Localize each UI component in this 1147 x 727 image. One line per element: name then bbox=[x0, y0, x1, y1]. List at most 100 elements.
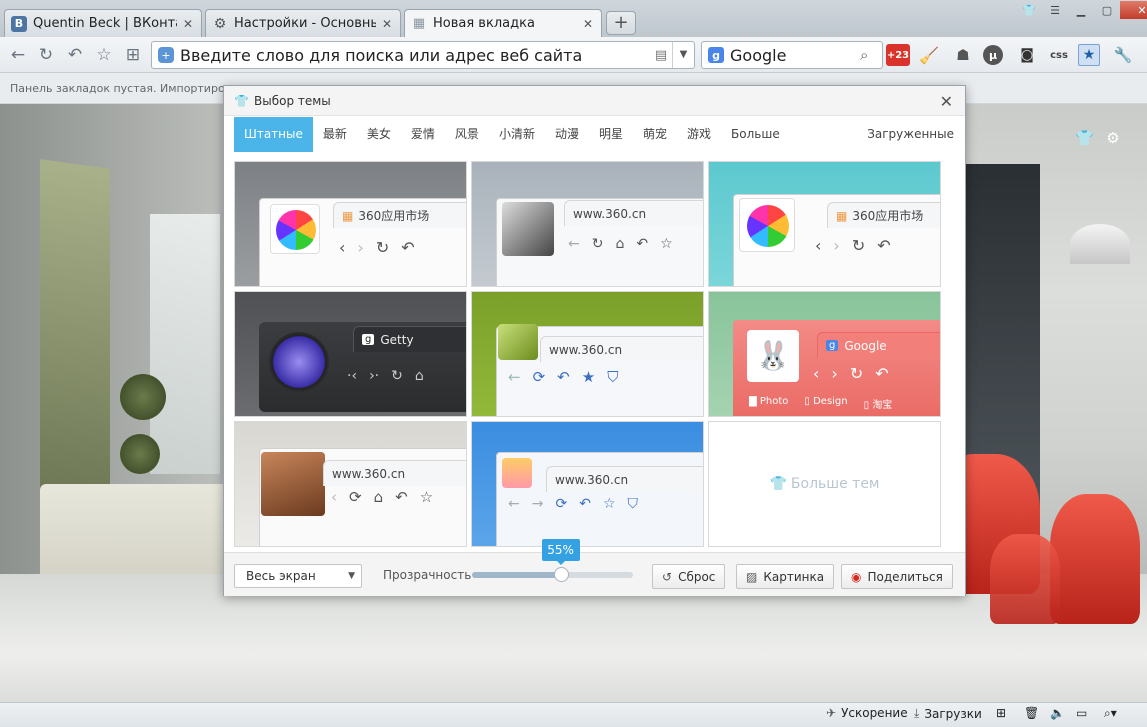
bookmark-star-icon[interactable]: ☆ bbox=[92, 43, 116, 67]
theme-thumbnail[interactable]: www.360.cn ← → ⟳ ↶ ☆ ⛉ bbox=[471, 421, 704, 547]
reload-icon[interactable]: ↻ bbox=[34, 43, 58, 67]
navigation-toolbar: ← ↻ ↶ ☆ ⊞ + Введите слово для поиска или… bbox=[0, 37, 1147, 73]
fit-mode-value: Весь экран bbox=[246, 569, 316, 583]
category-tab[interactable]: 游戏 bbox=[677, 117, 721, 152]
new-tab-grid-icon: ▦ bbox=[412, 16, 426, 31]
address-dropdown-icon[interactable]: ▼ bbox=[672, 42, 694, 68]
sound-icon[interactable]: 🔈 bbox=[1050, 706, 1065, 720]
downloads-button[interactable]: ⤓ Загрузки bbox=[914, 706, 982, 721]
search-engine-label[interactable]: Google bbox=[730, 46, 860, 65]
window-mode-icon[interactable]: ▭ bbox=[1076, 706, 1087, 720]
maximize-icon[interactable]: ▢ bbox=[1094, 1, 1120, 19]
apps-grid-icon[interactable]: ⊞ bbox=[121, 43, 145, 67]
tab-vk[interactable]: В Quentin Beck | ВКонтакте ✕ bbox=[4, 9, 202, 37]
vk-icon: В bbox=[11, 15, 27, 32]
theme-avatar bbox=[270, 204, 320, 254]
dialog-bottom-bar: Весь экран ▼ Прозрачность 55% ↺ Сброс ▨ Ка… bbox=[224, 539, 965, 596]
theme-thumbnail[interactable]: g Getty ·‹ ›· ↻ ⌂ bbox=[234, 291, 467, 417]
skin-shirt-icon[interactable]: 👕 bbox=[1016, 1, 1042, 19]
close-tab-icon[interactable]: ✕ bbox=[380, 17, 394, 31]
category-tab[interactable]: 最新 bbox=[313, 117, 357, 152]
theme-categories: Штатные 最新 美女 爱情 风景 小清新 动漫 明星 萌宠 游戏 Боль… bbox=[234, 117, 954, 152]
page-settings-gear-icon[interactable]: ⚙ bbox=[1104, 129, 1122, 147]
menu-icon[interactable]: ☰ bbox=[1042, 1, 1068, 19]
mail-badge-icon[interactable]: +23 bbox=[886, 44, 910, 66]
mu-extension-icon[interactable]: μ bbox=[983, 45, 1003, 65]
theme-nav-icons: ‹ › ↻ ↶ bbox=[813, 364, 889, 383]
change-skin-icon[interactable]: 👕 bbox=[1075, 129, 1094, 147]
fit-mode-select[interactable]: Весь экран ▼ bbox=[234, 564, 362, 588]
status-bar: ✈ Ускорение ⤓ Загрузки ⊞ 🗑 🔈 ▭ ⌕▾ bbox=[0, 702, 1147, 727]
theme-avatar bbox=[502, 202, 554, 256]
ghost-extension-icon[interactable]: ☗ bbox=[950, 43, 976, 67]
trash-icon[interactable]: 🗑 bbox=[1024, 706, 1039, 720]
theme-thumbnail[interactable]: www.360.cn ← ⟳ ↶ ★ ⛉ bbox=[471, 291, 704, 417]
reader-mode-icon[interactable]: ▤ bbox=[650, 48, 672, 63]
theme-url-tab: g Getty bbox=[353, 326, 466, 352]
theme-url-tab: ▦ 360应用市场 bbox=[827, 202, 940, 228]
search-icon[interactable]: ⌕ bbox=[860, 46, 882, 64]
category-tab[interactable]: 萌宠 bbox=[633, 117, 677, 152]
back-icon[interactable]: ← bbox=[6, 43, 30, 67]
new-tab-button[interactable]: + bbox=[606, 11, 636, 35]
reset-label: Сброс bbox=[678, 569, 716, 584]
minimize-icon[interactable]: ▁ bbox=[1068, 1, 1094, 19]
undo-close-icon[interactable]: ↶ bbox=[63, 43, 87, 67]
category-tab[interactable]: 明星 bbox=[589, 117, 633, 152]
picture-label: Картинка bbox=[763, 569, 825, 584]
picture-button[interactable]: ▨ Картинка bbox=[736, 564, 835, 589]
theme-url-tab: www.360.cn bbox=[323, 460, 466, 486]
category-tab[interactable]: 美女 bbox=[357, 117, 401, 152]
wrench-settings-icon[interactable]: 🔧 bbox=[1110, 43, 1136, 67]
theme-thumbnail[interactable]: www.360.cn ← ↻ ⌂ ↶ ☆ bbox=[471, 161, 704, 287]
google-icon: g bbox=[708, 47, 724, 63]
theme-avatar bbox=[739, 198, 795, 252]
tab-label: Quentin Beck | ВКонтакте bbox=[33, 16, 177, 31]
category-tab[interactable]: 风景 bbox=[445, 117, 489, 152]
close-window-icon[interactable]: ✕ bbox=[1120, 1, 1147, 19]
more-themes-button[interactable]: 👕 Больше тем bbox=[708, 421, 941, 547]
theme-bookmark-links: ▇ Photo ▯ Design ▯ 淘宝 bbox=[749, 396, 893, 411]
tab-new[interactable]: ▦ Новая вкладка ✕ bbox=[404, 9, 602, 37]
weibo-icon: ◉ bbox=[851, 569, 862, 584]
category-tab[interactable]: Штатные bbox=[234, 117, 313, 152]
reset-button[interactable]: ↺ Сброс bbox=[652, 564, 726, 589]
downloaded-themes-link[interactable]: Загруженные bbox=[857, 117, 954, 152]
theme-thumbnail[interactable]: 🐰 g Google ‹ › ↻ ↶ ▇ Photo ▯ Design ▯ 淘宝 bbox=[708, 291, 941, 417]
theme-nav-icons: ← → ⟳ ↶ ☆ ⛉ bbox=[508, 496, 638, 512]
opacity-label: Прозрачность bbox=[383, 568, 472, 582]
address-bar[interactable]: + Введите слово для поиска или адрес веб… bbox=[151, 41, 695, 69]
bookmarks-star-icon[interactable]: ★ bbox=[1078, 44, 1100, 66]
zoom-icon[interactable]: ⌕▾ bbox=[1104, 706, 1117, 721]
category-tab[interactable]: 爱情 bbox=[401, 117, 445, 152]
acceleration-button[interactable]: ✈ Ускорение bbox=[826, 706, 908, 720]
theme-avatar bbox=[498, 324, 538, 360]
theme-url-tab: ▦ 360应用市场 bbox=[333, 202, 466, 228]
theme-nav-icons: ‹ ⟳ ⌂ ↶ ☆ bbox=[331, 488, 434, 506]
theme-thumbnail[interactable]: ▦ 360应用市场 ‹ › ↻ ↶ bbox=[708, 161, 941, 287]
address-input[interactable]: Введите слово для поиска или адрес веб с… bbox=[180, 46, 650, 65]
close-tab-icon[interactable]: ✕ bbox=[581, 17, 595, 31]
category-tab[interactable]: Больше bbox=[721, 117, 790, 152]
close-dialog-icon[interactable]: ✕ bbox=[940, 92, 953, 111]
close-tab-icon[interactable]: ✕ bbox=[181, 17, 195, 31]
opacity-value-tooltip: 55% bbox=[541, 539, 580, 565]
dialog-title: Выбор темы bbox=[254, 93, 331, 108]
opacity-slider-track[interactable] bbox=[472, 572, 633, 578]
css-extension-icon[interactable]: css bbox=[1046, 43, 1072, 67]
category-tab[interactable]: 动漫 bbox=[545, 117, 589, 152]
reader-glasses-icon[interactable]: ◙ bbox=[1014, 43, 1040, 67]
theme-url-tab: www.360.cn bbox=[564, 200, 703, 226]
search-box[interactable]: g Google ⌕ bbox=[701, 41, 883, 69]
theme-avatar: 🐰 bbox=[747, 330, 799, 382]
theme-thumbnail[interactable]: www.360.cn ‹ ⟳ ⌂ ↶ ☆ bbox=[234, 421, 467, 547]
category-tab[interactable]: 小清新 bbox=[489, 117, 545, 152]
theme-thumbnail[interactable]: ▦ 360应用市场 ‹ › ↻ ↶ bbox=[234, 161, 467, 287]
settings-gear-icon: ⚙ bbox=[213, 15, 227, 32]
cleaner-broom-icon[interactable]: 🧹 bbox=[916, 43, 942, 67]
opacity-slider-handle[interactable] bbox=[553, 567, 569, 582]
tab-settings[interactable]: ⚙ Настройки - Основные ✕ bbox=[205, 9, 401, 37]
share-button[interactable]: ◉ Поделиться bbox=[841, 564, 953, 589]
theme-grid: ▦ 360应用市场 ‹ › ↻ ↶ www.360.cn ← ↻ ⌂ ↶ ☆ ▦ 360应用市场 … bbox=[234, 161, 960, 547]
add-icon[interactable]: ⊞ bbox=[996, 706, 1006, 720]
